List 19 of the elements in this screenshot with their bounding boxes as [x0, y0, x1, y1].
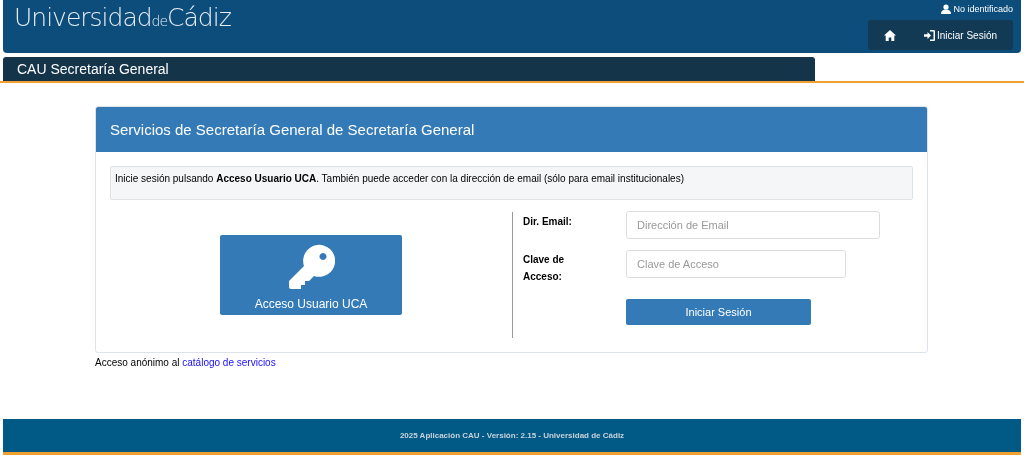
field-label: Clave de Acceso:	[523, 253, 566, 284]
login-button[interactable]: Iniciar Sesión	[915, 20, 1005, 50]
submit-button[interactable]: Iniciar Sesión	[626, 299, 811, 325]
section-title: CAU Secretaría General	[17, 61, 169, 77]
catalog-link[interactable]: catálogo de servicios	[182, 357, 276, 368]
home-icon	[883, 29, 896, 41]
key-icon	[287, 242, 335, 291]
email-field[interactable]: Dirección de Email	[626, 211, 880, 239]
field-label: Dir. Email:	[523, 215, 573, 229]
user-status: No identificado	[953, 4, 1013, 14]
notice-text: Inicie sesión pulsando Acceso Usuario UCA. También puede acceder con la dirección de email (sólo para email institucionales)	[115, 173, 684, 184]
sign-in-icon	[923, 29, 935, 41]
footer-text: 2025 Aplicación CAU - Versión: 2.15 - Universidad de Cádiz	[399, 431, 625, 440]
panel-title: Servicios de Secretaría General de Secretaría General	[110, 121, 475, 138]
anonymous-text: Acceso anónimo al	[95, 357, 180, 368]
sso-login-button[interactable]: Acceso Usuario UCA	[220, 235, 402, 315]
password-field[interactable]: Clave de Acceso	[626, 250, 846, 278]
university-logo: UniversidaddeCádiz	[13, 2, 231, 30]
user-icon	[941, 4, 952, 14]
